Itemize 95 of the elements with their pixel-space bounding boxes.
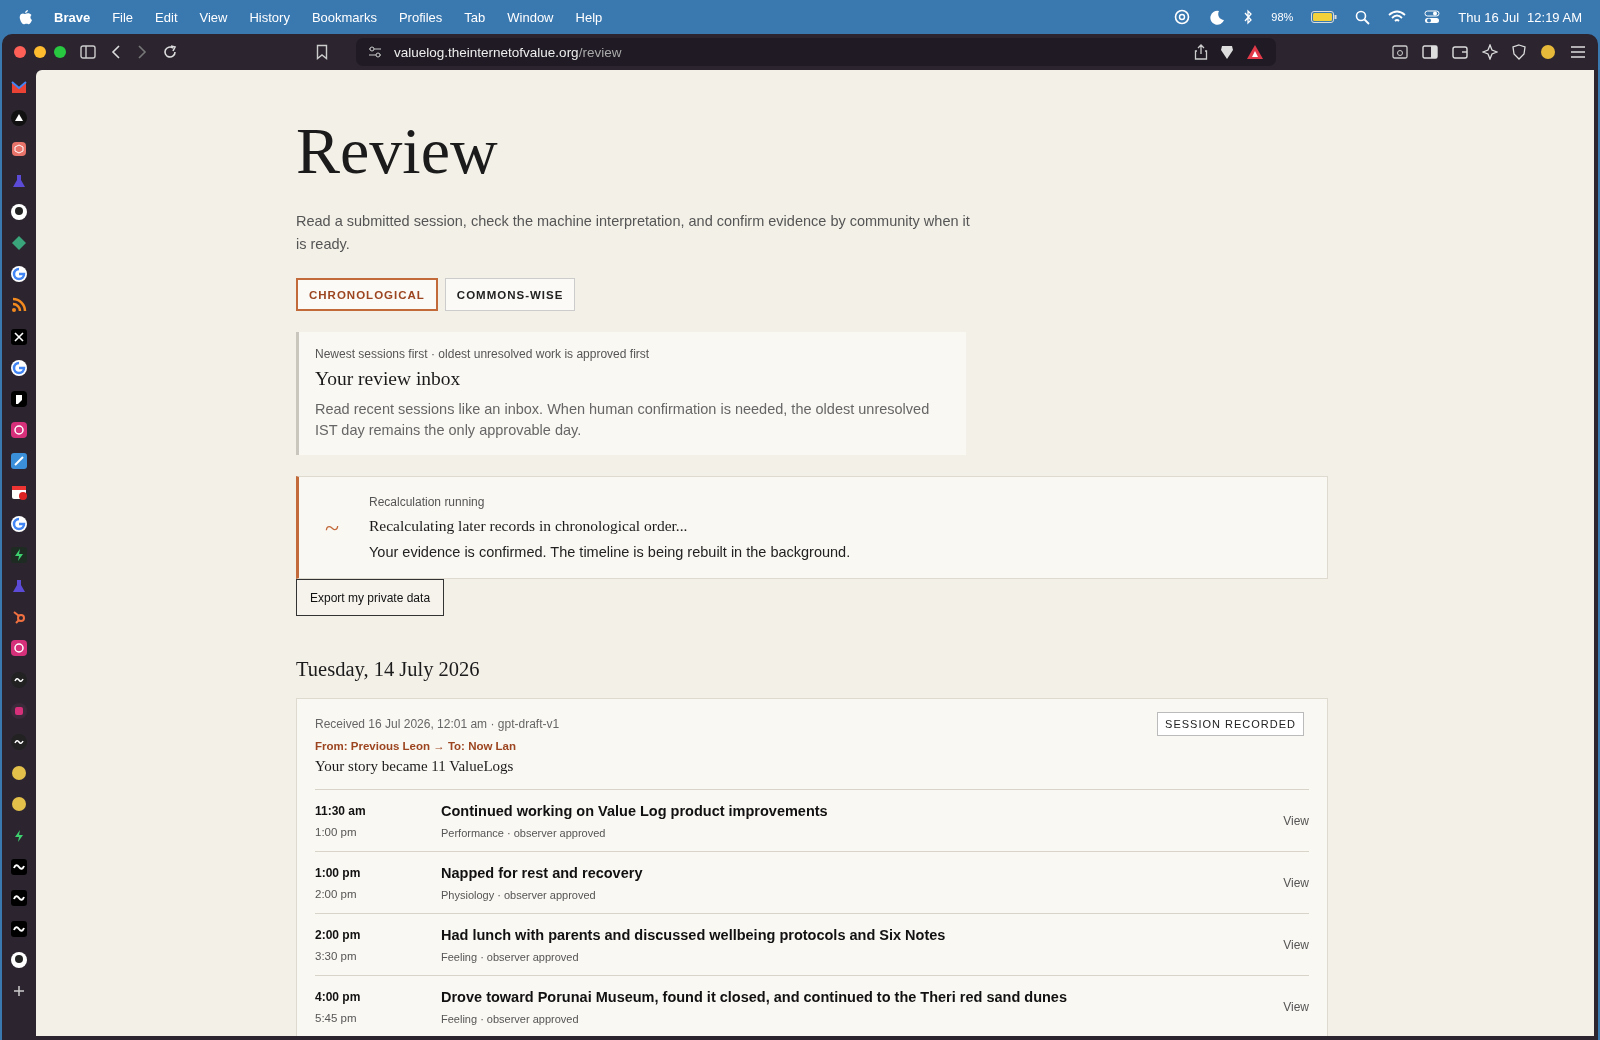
export-button[interactable]: Export my private data [296, 579, 445, 616]
moon-icon[interactable] [1209, 9, 1226, 25]
bookmark-icon[interactable] [316, 44, 328, 60]
entry-title: Had lunch with parents and discussed wellbeing protocols and Six Notes [441, 926, 947, 943]
google-icon[interactable] [10, 514, 28, 533]
circle-icon[interactable] [10, 764, 28, 783]
menu-item[interactable]: Window [507, 9, 554, 25]
url-text: valuelog.theinternetofvalue.org/review [394, 44, 622, 60]
received-info: Received 16 Jul 2026, 12:01 am · gpt-draft-v1 [315, 717, 561, 731]
sliders-icon[interactable] [368, 46, 382, 58]
back-icon[interactable] [110, 45, 122, 59]
rss-icon[interactable] [10, 296, 28, 315]
apple-icon[interactable] [18, 9, 32, 25]
bolt-icon[interactable] [10, 545, 28, 564]
wave-icon[interactable] [10, 857, 28, 876]
share-icon[interactable] [1194, 44, 1208, 60]
entry-title: Drove toward Porunai Museum, found it closed, and continued to the Theri red sand dunes [441, 988, 1068, 1005]
menu-item[interactable]: Help [575, 9, 603, 25]
minimize-button[interactable] [34, 46, 46, 58]
battery-icon[interactable] [1311, 11, 1338, 23]
view-link[interactable]: View [1283, 999, 1309, 1014]
menu-icon[interactable] [1570, 45, 1586, 59]
menu-item[interactable]: File [112, 9, 134, 25]
google-icon[interactable] [10, 358, 28, 377]
menu-item[interactable]: History [249, 9, 290, 25]
session-summary: Your story became 11 ValueLogs [315, 758, 515, 775]
entry-meta: Physiology · observer approved [441, 888, 597, 901]
notice-message: Your evidence is confirmed. The timeline is being rebuilt in the background. [369, 544, 851, 560]
close-button[interactable] [14, 46, 26, 58]
end-time: 3:30 pm [315, 949, 358, 962]
start-time: 2:00 pm [315, 927, 362, 942]
inbox-title: Your review inbox [315, 368, 462, 390]
pen-icon[interactable] [10, 452, 28, 471]
menu-bar-date: Thu 16 Jul [1458, 9, 1520, 25]
view-tab[interactable]: CHRONOLOGICAL [296, 278, 438, 311]
calendar-icon[interactable] [10, 483, 28, 502]
notice-title: Recalculating later records in chronological order... [369, 517, 689, 535]
inbox-eyebrow: Newest sessions first · oldest unresolved work is approved first [315, 347, 651, 361]
sparkle-icon[interactable] [1482, 44, 1498, 60]
day-heading: Tuesday, 14 July 2026 [296, 658, 481, 681]
end-time: 2:00 pm [315, 887, 358, 900]
diamond-icon[interactable] [10, 233, 28, 252]
sidebar-icon[interactable] [80, 45, 96, 59]
entry-meta: Feeling · observer approved [441, 1012, 580, 1025]
envelope-icon[interactable] [10, 78, 28, 96]
wallet-icon[interactable] [1452, 45, 1468, 59]
app-menu[interactable]: Brave [54, 9, 91, 25]
wave-icon[interactable] [10, 670, 28, 689]
panel-icon[interactable] [1422, 45, 1438, 59]
view-link[interactable]: View [1283, 937, 1309, 952]
menu-bar-time: 12:19 AM [1527, 9, 1582, 25]
wave-icon[interactable] [10, 920, 28, 939]
start-time: 11:30 am [315, 803, 367, 818]
view-link[interactable]: View [1283, 813, 1309, 828]
reload-icon[interactable] [162, 44, 178, 60]
wifi-icon[interactable] [1388, 10, 1407, 24]
wave-icon[interactable] [10, 732, 28, 751]
triangle-icon[interactable] [1246, 44, 1264, 60]
flask-icon[interactable] [10, 577, 28, 595]
end-time: 1:00 pm [315, 825, 358, 838]
x-icon[interactable] [10, 327, 28, 346]
google-icon[interactable] [10, 265, 28, 284]
entry-meta: Performance · observer approved [441, 826, 607, 839]
zoom-button[interactable] [54, 46, 66, 58]
menu-item[interactable]: Bookmarks [311, 9, 377, 25]
entry-title: Napped for rest and recovery [441, 864, 644, 881]
bluetooth-icon[interactable] [1243, 9, 1254, 25]
circle-icon[interactable] [10, 795, 28, 814]
menu-item[interactable]: View [199, 9, 228, 25]
notice-eyebrow: Recalculation running [369, 495, 486, 509]
address-bar[interactable]: valuelog.theinternetofvalue.org/review [356, 38, 1276, 66]
menu-item[interactable]: Edit [155, 9, 178, 25]
view-tab[interactable]: COMMONS-WISE [444, 278, 576, 311]
entry-title: Continued working on Value Log product improvements [441, 802, 829, 819]
forward-icon[interactable] [136, 45, 148, 59]
route-label: From: Previous Leon → To: Now Lan [315, 740, 518, 752]
view-link[interactable]: View [1283, 875, 1309, 890]
entry-meta: Feeling · observer approved [441, 950, 580, 963]
end-time: 5:45 pm [315, 1011, 358, 1024]
inbox-description: Read recent sessions like an inbox. When human confirmation is needed, the oldest unresolved IST day remains the only approvable day. [315, 400, 931, 440]
coin-icon[interactable] [1540, 44, 1556, 60]
menu-item[interactable]: Profiles [398, 9, 443, 25]
status-badge: SESSION RECORDED [1157, 712, 1304, 736]
shield-icon[interactable] [1512, 44, 1526, 60]
battery-percent: 98% [1271, 11, 1294, 23]
start-time: 1:00 pm [315, 865, 362, 880]
page-description: Read a submitted session, check the machine interpretation, and confirm evidence by community when it is ready. [296, 212, 971, 254]
toggles-icon[interactable] [1424, 9, 1441, 25]
tilde-icon: ~ [325, 512, 340, 542]
wave-icon[interactable] [10, 888, 28, 907]
page-title: Review [296, 118, 499, 184]
menu-item[interactable]: Tab [464, 9, 486, 25]
search-icon[interactable] [1355, 9, 1371, 25]
start-time: 4:00 pm [315, 989, 362, 1004]
screenshot-icon[interactable] [1392, 45, 1408, 59]
